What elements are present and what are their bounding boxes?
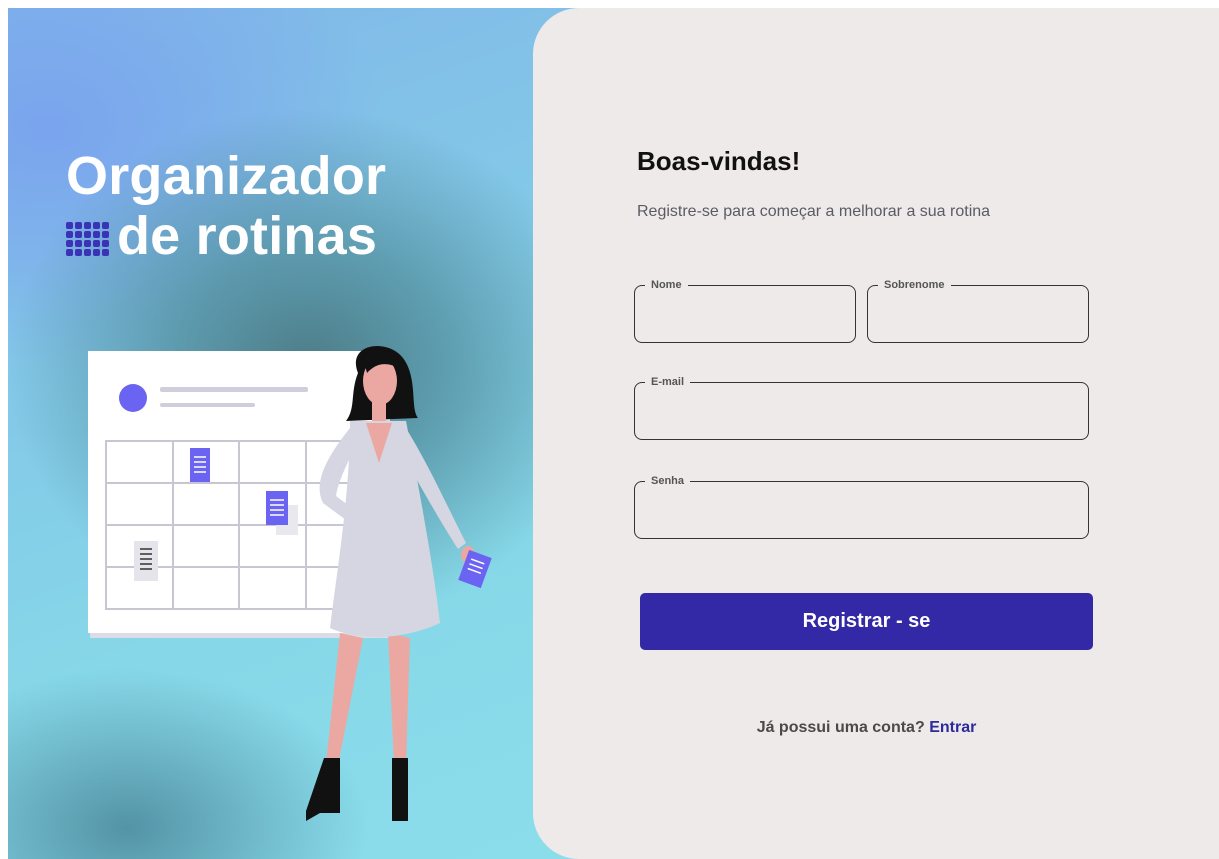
login-prompt-text: Já possui uma conta?	[756, 719, 925, 736]
last-name-input[interactable]	[880, 304, 1076, 332]
brand-title-line2: de rotinas	[117, 206, 378, 266]
brand-title-line2-row: de rotinas	[66, 206, 386, 266]
app-frame: Organizador de rotinas Boas-vindas! Regi…	[8, 8, 1219, 859]
welcome-subtitle: Registre-se para começar a melhorar a su…	[637, 203, 991, 220]
register-button[interactable]: Registrar - se	[640, 593, 1093, 650]
first-name-label: Nome	[645, 278, 688, 292]
first-name-field[interactable]: Nome	[634, 278, 856, 343]
first-name-input[interactable]	[647, 304, 843, 332]
grid-dots-icon	[66, 222, 109, 256]
woman-calendar-illustration	[88, 346, 492, 821]
email-label: E-mail	[645, 375, 691, 389]
email-field[interactable]: E-mail	[634, 375, 1089, 440]
password-label: Senha	[645, 474, 691, 488]
password-field[interactable]: Senha	[634, 474, 1089, 539]
password-input[interactable]	[647, 500, 1076, 528]
brand-title: Organizador de rotinas	[66, 146, 386, 266]
last-name-field[interactable]: Sobrenome	[867, 278, 1089, 343]
login-link[interactable]: Entrar	[929, 719, 976, 736]
email-input[interactable]	[647, 401, 1076, 429]
login-prompt-row: Já possui uma conta? Entrar	[533, 719, 1200, 737]
register-panel: Boas-vindas! Registre-se para começar a …	[533, 8, 1219, 859]
last-name-label: Sobrenome	[878, 278, 951, 292]
brand-title-line1: Organizador	[66, 146, 387, 206]
welcome-heading: Boas-vindas!	[637, 146, 801, 176]
